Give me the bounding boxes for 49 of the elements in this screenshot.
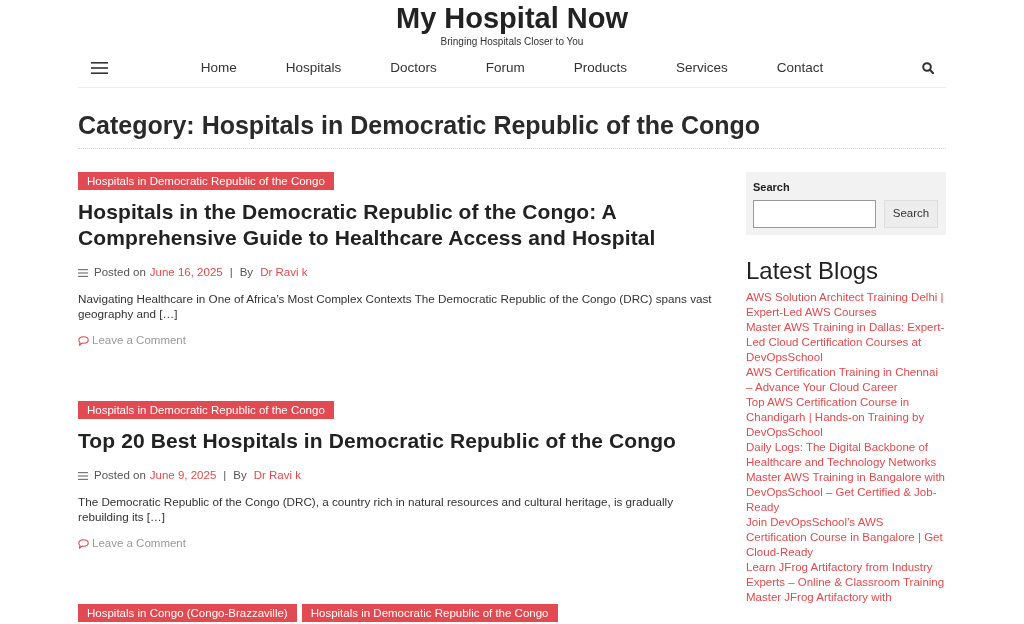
nav-link[interactable]: Home: [200, 58, 237, 77]
blog-link[interactable]: Master JFrog Artifactory with: [746, 590, 946, 605]
search-field[interactable]: [753, 200, 876, 228]
post-title[interactable]: Hospitals in the Democratic Republic of the Congo: A Comprehensive Guide to Healthcare Access and Hospital: [78, 199, 723, 251]
blog-link[interactable]: Master AWS Training in Dallas: Expert-Led Cloud Certification Courses at DevOpsSchool: [746, 320, 946, 365]
blog-link[interactable]: Daily Logs: The Digital Backbone of Healthcare and Technology Networks: [746, 440, 946, 470]
blog-link[interactable]: Learn JFrog Artifactory from Industry Experts – Online & Classroom Training: [746, 560, 946, 590]
nav-link[interactable]: Forum: [485, 58, 525, 77]
by-label: By: [239, 265, 254, 280]
post-title[interactable]: Top 20 Best Hospitals in Democratic Republic of the Congo: [78, 428, 723, 454]
post-date[interactable]: June 16, 2025: [149, 265, 223, 280]
site-title[interactable]: My Hospital Now: [396, 2, 628, 34]
search-icon[interactable]: [922, 61, 934, 74]
page-title: Category: Hospitals in Democratic Republic of the Congo: [78, 110, 946, 149]
by-label: By: [233, 468, 247, 483]
speech-bubble-icon: [78, 538, 89, 549]
comment-link[interactable]: Leave a Comment: [78, 333, 186, 348]
nav-link[interactable]: Hospitals: [285, 58, 342, 77]
posted-label: Posted on: [94, 468, 146, 483]
category-tag[interactable]: Hospitals in Congo (Congo-Brazzaville): [78, 604, 297, 622]
comment-link[interactable]: Leave a Comment: [78, 536, 186, 551]
meta-separator: |: [229, 265, 233, 280]
post-date[interactable]: June 9, 2025: [149, 468, 217, 483]
category-tag[interactable]: Hospitals in Democratic Republic of the Congo: [301, 604, 558, 622]
meta-separator: |: [223, 468, 227, 483]
posted-label: Posted on: [94, 265, 146, 280]
nav-link[interactable]: Contact: [776, 58, 824, 77]
blog-link[interactable]: Join DevOpsSchool’s AWS Certification Course in Bangalore | Get Cloud-Ready: [746, 515, 946, 560]
lines-icon: [78, 471, 88, 480]
search-button[interactable]: Search: [884, 200, 938, 228]
blog-link[interactable]: AWS Certification Training in Chennai – Advance Your Cloud Career: [746, 365, 946, 395]
nav-link[interactable]: Products: [573, 58, 628, 77]
blog-link[interactable]: Top AWS Certification Course in Chandigarh | Hands-on Training by DevOpsSchool: [746, 395, 946, 440]
category-tag[interactable]: Hospitals in Democratic Republic of the Congo: [78, 172, 334, 190]
nav-link[interactable]: Doctors: [390, 58, 437, 77]
author-link[interactable]: Dr Ravi k: [260, 265, 308, 280]
speech-bubble-icon: [78, 335, 89, 346]
site-tagline: Bringing Hospitals Closer to You: [440, 36, 584, 48]
post-excerpt: The Democratic Republic of the Congo (DRC), a country rich in natural resources and cultural heritage, is gradually rebuilding its […]: [78, 494, 675, 524]
author-link[interactable]: Dr Ravi k: [253, 468, 301, 483]
search-label: Search: [753, 180, 791, 194]
post-excerpt: Navigating Healthcare in One of Africa’s Most Complex Contexts The Democratic Republic of the Congo (DRC) spans vast geography and […]: [78, 291, 713, 321]
lines-icon: [78, 268, 88, 277]
blog-link[interactable]: AWS Solution Architect Training Delhi | Expert-Led AWS Courses: [746, 290, 946, 320]
nav-link[interactable]: Services: [676, 58, 728, 77]
sidebar-heading: Latest Blogs: [746, 257, 880, 285]
blog-link[interactable]: Master AWS Training in Bangalore with DevOpsSchool – Get Certified & Job-Ready: [746, 470, 946, 515]
category-tag[interactable]: Hospitals in Democratic Republic of the Congo: [78, 401, 334, 419]
menu-icon[interactable]: [91, 61, 108, 74]
